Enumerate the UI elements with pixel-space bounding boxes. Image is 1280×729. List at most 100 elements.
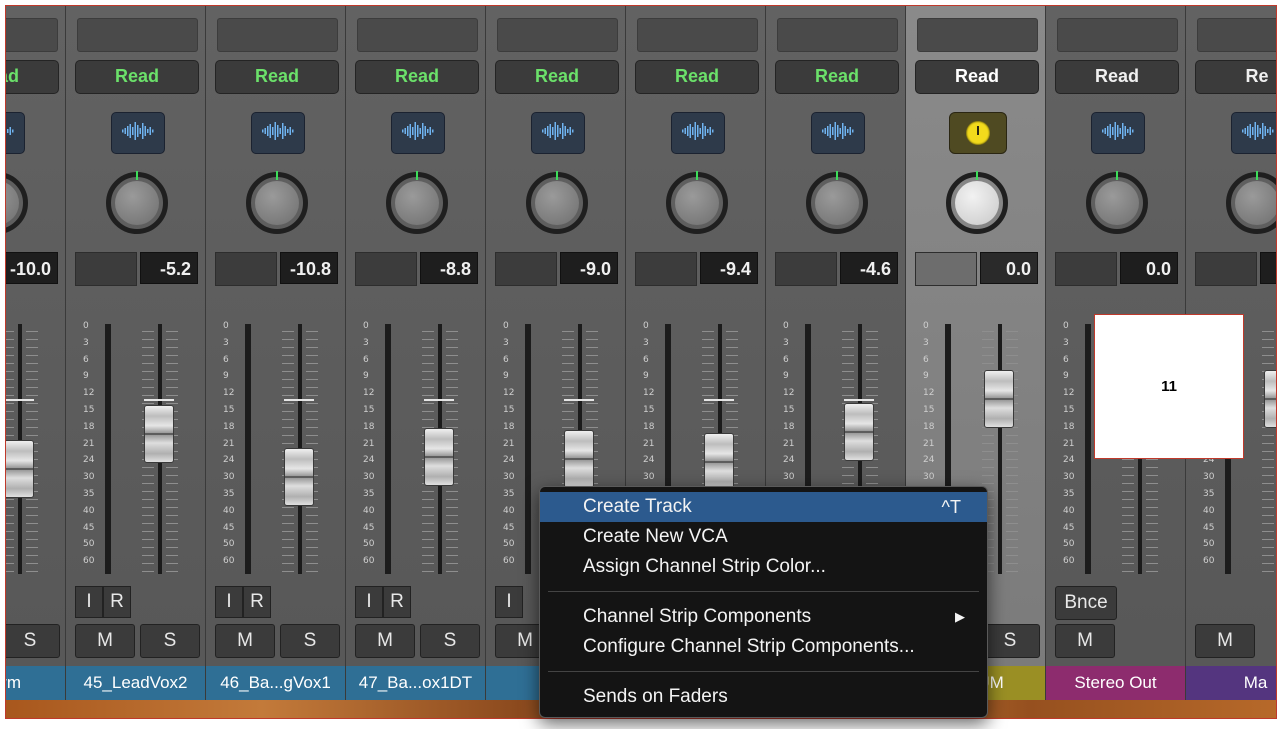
record-enable-button[interactable]: R (383, 586, 411, 618)
volume-value[interactable]: -10.8 (280, 252, 338, 284)
pan-knob[interactable] (106, 171, 168, 234)
mute-button[interactable]: M (1055, 624, 1115, 658)
volume-value[interactable]: -9.0 (560, 252, 618, 284)
automation-mode-button[interactable]: Read (75, 60, 199, 94)
plugin-slot[interactable] (917, 18, 1038, 52)
pan-knob[interactable] (1226, 171, 1276, 234)
input-monitor-button[interactable]: I (215, 586, 243, 618)
scale-label: 24 (503, 455, 515, 466)
pan-knob-cap (1095, 181, 1139, 225)
mute-button[interactable]: M (215, 624, 275, 658)
volume-fader[interactable] (984, 370, 1014, 428)
track-name[interactable]: ..Harm (6, 666, 65, 700)
menu-item[interactable]: Channel Strip Components ▶ (540, 602, 987, 632)
volume-fader[interactable] (6, 440, 34, 498)
audio-file-button[interactable] (671, 112, 725, 154)
menu-item[interactable]: Configure Channel Strip Components... (540, 632, 987, 662)
plugin-slot[interactable] (497, 18, 618, 52)
mute-button[interactable]: M (355, 624, 415, 658)
pan-knob[interactable] (1086, 171, 1148, 234)
audio-file-button[interactable] (111, 112, 165, 154)
automation-mode-button[interactable]: Re (1195, 60, 1276, 94)
plugin-slot[interactable] (637, 18, 758, 52)
solo-button[interactable]: S (420, 624, 480, 658)
volume-value[interactable]: 0.0 (1120, 252, 1178, 284)
plugin-slot[interactable] (77, 18, 198, 52)
waveform-icon (1241, 120, 1275, 147)
solo-button[interactable]: S (280, 624, 340, 658)
audio-file-button[interactable] (391, 112, 445, 154)
scale-label: 0 (363, 321, 369, 331)
solo-button[interactable]: S (140, 624, 200, 658)
menu-item[interactable]: Sends on Faders (540, 682, 987, 712)
scale-label: 24 (783, 455, 795, 466)
track-name[interactable]: Ma (1186, 666, 1276, 700)
volume-value[interactable]: -9.4 (700, 252, 758, 284)
plugin-slot[interactable] (6, 18, 58, 52)
solo-button[interactable]: S (980, 624, 1040, 658)
input-monitor-button[interactable]: I (495, 586, 523, 618)
volume-fader[interactable] (424, 427, 454, 486)
pan-knob[interactable] (526, 171, 588, 234)
pan-knob[interactable] (806, 171, 868, 234)
audio-file-button[interactable] (6, 112, 25, 154)
audio-file-button[interactable] (251, 112, 305, 154)
scale-label: 24 (223, 455, 235, 466)
mute-button[interactable]: M (1195, 624, 1255, 658)
automation-mode-button[interactable]: Read (915, 60, 1039, 94)
volume-value[interactable]: 0 (1260, 252, 1276, 284)
plugin-slot[interactable] (777, 18, 898, 52)
automation-mode-button[interactable]: Read (635, 60, 759, 94)
pan-knob[interactable] (946, 171, 1008, 234)
menu-item[interactable]: Create New VCA (540, 522, 987, 552)
automation-mode-button[interactable]: Read (355, 60, 479, 94)
volume-fader[interactable] (844, 402, 874, 461)
automation-mode-button[interactable]: Read (495, 60, 619, 94)
volume-value[interactable]: -4.6 (840, 252, 898, 284)
audio-file-button[interactable] (1231, 112, 1276, 154)
audio-file-button[interactable] (531, 112, 585, 154)
pan-knob[interactable] (246, 171, 308, 234)
unity-mark (704, 399, 734, 401)
pan-knob[interactable] (386, 171, 448, 234)
automation-mode-button[interactable]: Read (1055, 60, 1179, 94)
volume-value[interactable]: -5.2 (140, 252, 198, 284)
pan-knob[interactable] (666, 171, 728, 234)
menu-item[interactable]: Assign Channel Strip Color... (540, 552, 987, 582)
record-enable-button[interactable]: R (103, 586, 131, 618)
volume-fader[interactable] (284, 447, 314, 506)
bounce-button[interactable]: Bnce (1055, 586, 1117, 620)
automation-mode-button[interactable]: Read (6, 60, 59, 94)
pan-knob[interactable] (6, 172, 28, 234)
volume-fader[interactable] (1264, 370, 1276, 428)
input-power-button[interactable] (949, 112, 1007, 154)
volume-value[interactable]: -8.8 (420, 252, 478, 284)
track-name[interactable]: Stereo Out (1046, 666, 1185, 700)
track-name[interactable]: 46_Ba...gVox1 (206, 666, 345, 700)
scale-label: 15 (223, 405, 235, 415)
volume-fader[interactable] (704, 432, 734, 491)
mute-button[interactable]: M (75, 624, 135, 658)
automation-mode-button[interactable]: Read (215, 60, 339, 94)
plugin-slot[interactable] (357, 18, 478, 52)
track-name[interactable]: 47_Ba...ox1DT (346, 666, 485, 700)
plugin-slot[interactable] (217, 18, 338, 52)
automation-mode-button[interactable]: Read (775, 60, 899, 94)
volume-fader[interactable] (144, 405, 174, 463)
menu-item-shortcut: ^T (941, 497, 961, 517)
scale-label: 9 (83, 371, 89, 382)
record-enable-button[interactable]: R (243, 586, 271, 618)
volume-fader[interactable] (564, 430, 594, 488)
track-name[interactable]: 45_LeadVox2 (66, 666, 205, 700)
audio-file-button[interactable] (811, 112, 865, 154)
menu-item[interactable]: Create Track ^T (540, 492, 987, 522)
input-monitor-button[interactable]: I (75, 586, 103, 618)
volume-value[interactable]: -10.0 (6, 252, 58, 284)
volume-value[interactable]: 0.0 (980, 252, 1038, 284)
input-monitor-button[interactable]: I (355, 586, 383, 618)
solo-button[interactable]: S (6, 624, 60, 658)
audio-file-button[interactable] (1091, 112, 1145, 154)
plugin-slot[interactable] (1197, 18, 1276, 52)
fader-ticks (1262, 324, 1276, 574)
plugin-slot[interactable] (1057, 18, 1178, 52)
